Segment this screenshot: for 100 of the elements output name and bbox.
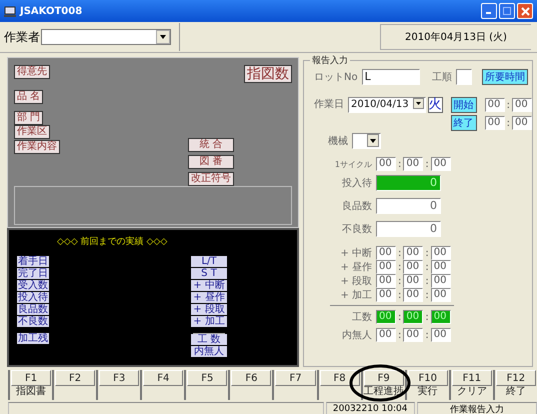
weekday-label: 火 (428, 97, 443, 113)
field-label: 工順 (432, 71, 452, 84)
date-field[interactable]: 2010/04/13 (348, 97, 426, 113)
time-field[interactable]: 00 (430, 274, 451, 288)
history-label: 良品数 (17, 304, 49, 315)
field-label: + 段取 (339, 275, 372, 288)
required-time-button[interactable]: 所要時間 (482, 69, 528, 85)
colon-separator: : (425, 330, 429, 340)
history-label: S T (191, 268, 227, 279)
history-label: 内無人 (191, 346, 227, 357)
maximize-icon[interactable] (499, 3, 515, 19)
colon-separator: : (398, 158, 402, 170)
function-key[interactable]: F5 (187, 370, 228, 386)
colon-separator: : (398, 330, 402, 340)
field-label: 内無人 (341, 328, 372, 342)
colon-separator: : (398, 262, 402, 272)
time-field[interactable]: 00 (376, 246, 396, 260)
function-key[interactable]: F10 (408, 370, 448, 386)
time-field[interactable]: 00 (403, 288, 424, 302)
group-title: 報告入力 (310, 54, 350, 67)
field-label: + 中断 (339, 246, 372, 260)
function-key[interactable]: F7 (275, 370, 316, 386)
colon-separator: : (425, 262, 429, 272)
minimize-icon[interactable] (481, 3, 497, 19)
function-key[interactable]: F9 (364, 370, 404, 386)
history-label: L/T (191, 256, 227, 267)
count-field[interactable]: 0 (376, 221, 441, 237)
field-label: 図 番 (188, 155, 234, 169)
status-cell: 作業報告入力 (416, 402, 537, 414)
function-key[interactable]: F1 (11, 370, 52, 386)
function-key[interactable]: F11 (452, 370, 492, 386)
field-label: 不良数 (341, 222, 372, 236)
field-label: 作業内容 (14, 140, 60, 154)
function-key[interactable]: F12 (496, 370, 536, 386)
time-field[interactable]: 00 (403, 260, 424, 274)
time-field[interactable]: 00 (430, 246, 451, 260)
time-field[interactable]: 00 (512, 116, 532, 130)
annotation-circle (349, 364, 411, 402)
time-field[interactable]: 00 (430, 288, 451, 302)
field-label: 得意先 (14, 65, 50, 79)
history-label: + 加工 (191, 316, 227, 327)
colon-separator: : (398, 290, 402, 300)
time-field[interactable]: 00 (430, 157, 451, 171)
time-field[interactable]: 00 (376, 157, 396, 171)
end-button[interactable]: 終了 (450, 115, 477, 131)
function-key[interactable]: F2 (55, 370, 96, 386)
machine-dropdown[interactable] (352, 133, 381, 149)
field-label: 投入待 (341, 176, 372, 190)
worker-label: 作業者 (4, 28, 40, 46)
history-label: 不良数 (17, 316, 49, 327)
function-key[interactable]: F8 (320, 370, 360, 386)
function-key[interactable]: F3 (99, 370, 140, 386)
history-label: 受入数 (17, 280, 49, 291)
time-field[interactable]: 00 (376, 274, 396, 288)
history-label: + 昼作 (191, 292, 227, 303)
time-field[interactable]: 00 (403, 157, 424, 171)
window-title: JSAKOT008 (20, 6, 82, 16)
count-field[interactable]: 0 (376, 198, 441, 214)
field-label: ロットNo (314, 71, 358, 84)
history-label: 着手日 (17, 256, 49, 267)
time-field[interactable]: 00 (376, 288, 396, 302)
field-label: 良品数 (341, 200, 372, 213)
field-label: 機械 (328, 134, 348, 148)
key-caption: 終了 (504, 386, 527, 398)
field-label: 作業日 (314, 98, 344, 111)
function-key[interactable]: F6 (231, 370, 272, 386)
time-field[interactable]: 00 (376, 328, 396, 342)
key-caption: 工程進捗 (364, 386, 404, 398)
time-field[interactable]: 00 (430, 328, 451, 342)
time-field[interactable]: 00 (403, 328, 424, 342)
history-label: 工 数 (191, 334, 227, 345)
lot-number-field[interactable]: L (362, 69, 420, 85)
start-button[interactable]: 開始 (450, 97, 477, 113)
colon-separator: : (425, 290, 429, 300)
key-caption: 指図書 (15, 386, 48, 398)
time-field[interactable]: 00 (484, 98, 505, 112)
time-field[interactable]: 00 (484, 116, 505, 130)
history-title: ◇◇◇ 前回までの実績 ◇◇◇ (57, 236, 168, 248)
close-icon[interactable] (517, 3, 533, 19)
field-label: 作業区 (14, 125, 50, 139)
process-field[interactable] (456, 69, 472, 85)
colon-separator: : (398, 312, 402, 322)
field-label: 部 門 (14, 111, 44, 125)
key-caption: 実行 (416, 386, 439, 398)
time-field[interactable]: 00 (403, 274, 424, 288)
date-display: 2010年04月13日 (火) (380, 24, 531, 50)
colon-separator: : (425, 248, 429, 258)
key-caption: クリア (456, 386, 488, 398)
time-field[interactable]: 00 (403, 246, 424, 260)
worker-dropdown[interactable] (41, 29, 171, 45)
app-icon (4, 6, 16, 16)
field-label: 改正符号 (188, 172, 234, 186)
status-cell: 20032210 10:04 (326, 402, 415, 414)
time-field[interactable]: 00 (512, 98, 532, 112)
dropdown-arrow-icon (160, 35, 166, 39)
field-label: 指図数 (244, 65, 292, 83)
history-label: 投入待 (17, 292, 49, 303)
function-key[interactable]: F4 (143, 370, 184, 386)
time-field[interactable]: 00 (376, 260, 396, 274)
time-field[interactable]: 00 (430, 260, 451, 274)
